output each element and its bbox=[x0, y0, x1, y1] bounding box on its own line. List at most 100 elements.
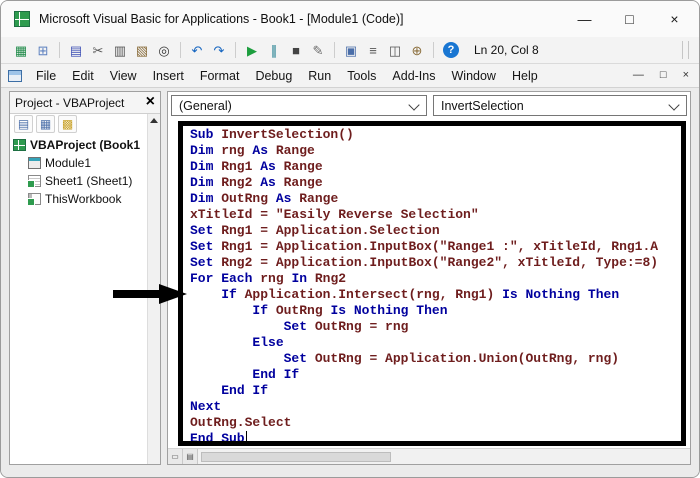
toolbox-icon[interactable]: ⊕ bbox=[407, 40, 427, 60]
menu-item-view[interactable]: View bbox=[102, 66, 145, 86]
view-excel-icon[interactable]: ▦ bbox=[11, 40, 31, 60]
code-line-13[interactable]: Set OutRng = rng bbox=[190, 319, 658, 335]
tree-item-thisworkbook[interactable]: ThisWorkbook bbox=[13, 190, 146, 208]
procedure-dropdown[interactable]: InvertSelection bbox=[433, 95, 687, 116]
code-line-7[interactable]: Set Rng1 = Application.Selection bbox=[190, 223, 658, 239]
menu-bar: File Edit View Insert Format Debug Run Tools Add… bbox=[1, 64, 699, 88]
code-line-4[interactable]: Dim Rng2 As Range bbox=[190, 175, 658, 191]
toolbar-icons: ▦ ⊞ ▤ ✂ ▥ ▧ ◎ ↶ ↷ ▶ ∥ ■ ✎ ▣ ≡ ◫ ⊕? bbox=[11, 40, 462, 60]
menu-item-tools[interactable]: Tools bbox=[339, 66, 384, 86]
menu-item-insert[interactable]: Insert bbox=[145, 66, 192, 86]
toolbar-separator bbox=[334, 42, 335, 58]
find-icon[interactable]: ◎ bbox=[154, 40, 174, 60]
horizontal-scroll-thumb[interactable] bbox=[201, 451, 391, 462]
horizontal-scrollbar[interactable]: ▭ ▤ bbox=[168, 448, 690, 464]
excel-icon bbox=[13, 139, 26, 151]
tree-item-label: Sheet1 (Sheet1) bbox=[45, 174, 133, 188]
save-icon[interactable]: ▤ bbox=[66, 40, 86, 60]
insert-object-icon[interactable]: ⊞ bbox=[33, 40, 53, 60]
maximize-button[interactable]: □ bbox=[607, 1, 652, 37]
tree-item-vbaproject-book1[interactable]: VBAProject (Book1 bbox=[13, 136, 146, 154]
code-window-header: (General) InvertSelection bbox=[168, 92, 690, 119]
code-line-3[interactable]: Dim Rng1 As Range bbox=[190, 159, 658, 175]
code-line-8[interactable]: Set Rng1 = Application.InputBox("Range1 … bbox=[190, 239, 658, 255]
code-line-15[interactable]: Set OutRng = Application.Union(OutRng, r… bbox=[190, 351, 658, 367]
view-object-icon[interactable]: ▦ bbox=[36, 115, 55, 133]
undo-icon[interactable]: ↶ bbox=[187, 40, 207, 60]
code-text[interactable]: Sub InvertSelection() Dim rng As Range Dim… bbox=[190, 127, 658, 447]
view-code-icon[interactable]: ▤ bbox=[14, 115, 33, 133]
tree-item-sheet1-sheet1[interactable]: Sheet1 (Sheet1) bbox=[13, 172, 146, 190]
scroll-up-icon[interactable] bbox=[148, 114, 160, 127]
code-line-10[interactable]: For Each rng In Rng2 bbox=[190, 271, 658, 287]
project-panel-toolbar: ▤ ▦ ▩ bbox=[10, 114, 160, 134]
design-mode-icon[interactable]: ✎ bbox=[308, 40, 328, 60]
reset-icon[interactable]: ■ bbox=[286, 40, 306, 60]
object-browser-icon[interactable]: ◫ bbox=[385, 40, 405, 60]
code-line-14[interactable]: Else bbox=[190, 335, 658, 351]
vba-editor-window: Microsoft Visual Basic for Applications … bbox=[0, 0, 700, 478]
project-tree: VBAProject (Book1 Module1 Sheet1 (Sheet1) T… bbox=[13, 136, 146, 208]
window-controls: — □ × bbox=[562, 1, 697, 37]
object-dropdown-value: (General) bbox=[179, 98, 232, 113]
module-icon bbox=[28, 157, 41, 169]
code-line-5[interactable]: Dim OutRng As Range bbox=[190, 191, 658, 207]
main-area: Project - VBAProject × ▤ ▦ ▩ VBAProject (B… bbox=[1, 88, 699, 477]
menu-item-add-ins[interactable]: Add-Ins bbox=[384, 66, 443, 86]
project-panel-close-icon[interactable]: × bbox=[146, 93, 155, 110]
code-line-11[interactable]: If Application.Intersect(rng, Rng1) Is N… bbox=[190, 287, 658, 303]
redo-icon[interactable]: ↷ bbox=[209, 40, 229, 60]
help-icon[interactable]: ? bbox=[443, 42, 459, 58]
code-line-12[interactable]: If OutRng Is Nothing Then bbox=[190, 303, 658, 319]
code-line-6[interactable]: xTitleId = "Easily Reverse Selection" bbox=[190, 207, 658, 223]
mdi-restore-button[interactable]: □ bbox=[660, 70, 667, 81]
vba-app-icon bbox=[14, 11, 30, 27]
mdi-close-button[interactable]: × bbox=[683, 70, 689, 81]
toolbar-separator bbox=[180, 42, 181, 58]
menu-item-help[interactable]: Help bbox=[504, 66, 546, 86]
tree-item-module1[interactable]: Module1 bbox=[13, 154, 146, 172]
code-line-2[interactable]: Dim rng As Range bbox=[190, 143, 658, 159]
code-line-9[interactable]: Set Rng2 = Application.InputBox("Range2"… bbox=[190, 255, 658, 271]
cut-icon[interactable]: ✂ bbox=[88, 40, 108, 60]
code-line-19[interactable]: OutRng.Select bbox=[190, 415, 658, 431]
object-dropdown[interactable]: (General) bbox=[171, 95, 427, 116]
project-panel-title: Project - VBAProject bbox=[15, 95, 125, 110]
properties-window-icon[interactable]: ≡ bbox=[363, 40, 383, 60]
toolbar-overflow-handle[interactable] bbox=[682, 41, 689, 59]
code-editor[interactable]: Sub InvertSelection() Dim rng As Range Dim… bbox=[168, 119, 690, 448]
copy-icon[interactable]: ▥ bbox=[110, 40, 130, 60]
text-cursor bbox=[245, 431, 248, 444]
menu-grip-icon bbox=[8, 69, 22, 82]
menu-item-run[interactable]: Run bbox=[300, 66, 339, 86]
close-button[interactable]: × bbox=[652, 1, 697, 37]
standard-toolbar: ▦ ⊞ ▤ ✂ ▥ ▧ ◎ ↶ ↷ ▶ ∥ ■ ✎ ▣ ≡ ◫ ⊕? Ln 20, Col 8 bbox=[1, 37, 699, 64]
break-icon[interactable]: ∥ bbox=[264, 40, 284, 60]
menu-item-file[interactable]: File bbox=[28, 66, 64, 86]
menu-items: File Edit View Insert Format Debug Run Tools Add… bbox=[28, 66, 546, 86]
project-panel-header[interactable]: Project - VBAProject × bbox=[10, 92, 160, 114]
project-panel-scrollbar[interactable] bbox=[147, 114, 160, 464]
chevron-down-icon bbox=[408, 99, 420, 111]
code-line-16[interactable]: End If bbox=[190, 367, 658, 383]
run-icon[interactable]: ▶ bbox=[242, 40, 262, 60]
minimize-button[interactable]: — bbox=[562, 1, 607, 37]
mdi-minimize-button[interactable]: — bbox=[633, 70, 644, 81]
menu-item-format[interactable]: Format bbox=[192, 66, 248, 86]
project-explorer-icon[interactable]: ▣ bbox=[341, 40, 361, 60]
menu-item-debug[interactable]: Debug bbox=[247, 66, 300, 86]
code-line-20[interactable]: End Sub bbox=[190, 431, 658, 447]
toolbar-separator bbox=[235, 42, 236, 58]
paste-icon[interactable]: ▧ bbox=[132, 40, 152, 60]
menu-item-window[interactable]: Window bbox=[444, 66, 504, 86]
code-line-18[interactable]: Next bbox=[190, 399, 658, 415]
procedure-view-button[interactable]: ▭ bbox=[168, 449, 183, 464]
code-line-1[interactable]: Sub InvertSelection() bbox=[190, 127, 658, 143]
toolbar-separator bbox=[433, 42, 434, 58]
window-title: Microsoft Visual Basic for Applications … bbox=[39, 12, 404, 26]
mdi-window-controls: — □ × bbox=[633, 70, 689, 81]
full-module-view-button[interactable]: ▤ bbox=[183, 449, 198, 464]
code-line-17[interactable]: End If bbox=[190, 383, 658, 399]
menu-item-edit[interactable]: Edit bbox=[64, 66, 102, 86]
toggle-folders-icon[interactable]: ▩ bbox=[58, 115, 77, 133]
